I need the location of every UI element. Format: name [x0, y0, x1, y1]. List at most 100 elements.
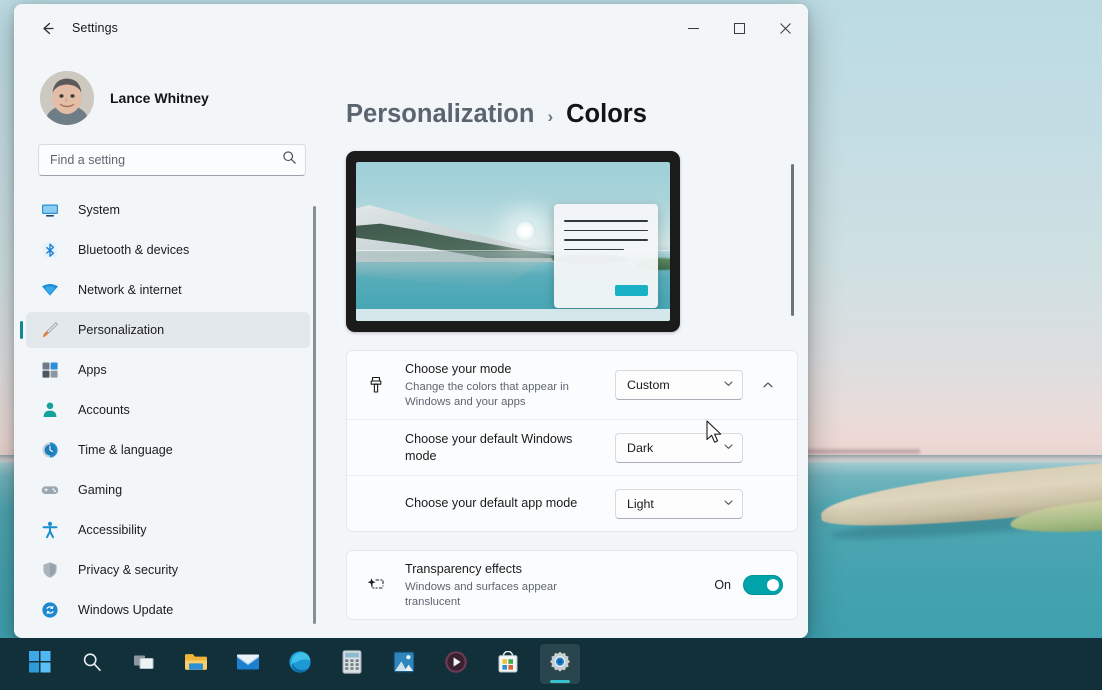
preview-app-window — [554, 204, 658, 308]
preview-reflection — [356, 251, 560, 289]
store-button[interactable] — [488, 644, 528, 684]
sidebar-item-accounts[interactable]: Accounts — [26, 392, 310, 428]
transparency-toggle-group: On — [714, 575, 783, 595]
settings-taskbar-button[interactable] — [540, 644, 580, 684]
back-arrow-icon[interactable] — [30, 13, 64, 43]
microsoft-store-bag-icon — [497, 650, 519, 678]
choose-mode-dropdown[interactable]: Custom — [615, 370, 743, 400]
sidebar-item-apps[interactable]: Apps — [26, 352, 310, 388]
windows-mode-text: Choose your default Windows mode — [405, 431, 615, 465]
calculator-icon — [342, 649, 362, 679]
app-mode-dropdown[interactable]: Light — [615, 488, 743, 519]
desktop-theme-preview — [346, 151, 680, 332]
window-body: Lance Whitney Find a setting System Blue… — [14, 52, 808, 638]
sparkle-dashed-square-icon — [363, 572, 389, 598]
mail-button[interactable] — [228, 644, 268, 684]
wifi-icon — [40, 280, 60, 300]
chevron-down-icon — [723, 376, 734, 394]
search-box[interactable] — [38, 144, 306, 176]
content-area: Personalization › Colors Choose your mod… — [328, 52, 808, 638]
search-icon — [81, 651, 103, 678]
content-scrollbar[interactable] — [788, 164, 798, 632]
transparency-toggle[interactable] — [743, 575, 783, 595]
photos-button[interactable] — [384, 644, 424, 684]
monitor-icon — [40, 200, 60, 220]
folder-icon — [184, 651, 208, 678]
mail-envelope-icon — [236, 652, 260, 677]
windows-mode-dropdown[interactable]: Dark — [615, 432, 743, 463]
minimize-icon[interactable] — [670, 4, 716, 52]
maximize-icon[interactable] — [716, 4, 762, 52]
app-mode-text: Choose your default app mode — [405, 495, 615, 512]
sidebar-item-gaming[interactable]: Gaming — [26, 472, 310, 508]
preview-sun — [514, 220, 536, 242]
transparency-toggle-label: On — [714, 578, 731, 592]
sidebar: Lance Whitney Find a setting System Blue… — [14, 52, 328, 638]
content-scrollbar-thumb[interactable] — [791, 164, 794, 316]
sidebar-item-accessibility[interactable]: Accessibility — [26, 512, 310, 548]
sidebar-item-system[interactable]: System — [26, 192, 310, 228]
photos-picture-icon — [393, 651, 415, 678]
gamepad-icon — [40, 480, 60, 500]
desktop: Settings Lance Whitney Find a setting Sy… — [0, 0, 1102, 690]
sidebar-item-label: Accessibility — [78, 523, 147, 537]
choose-mode-card: Choose your mode Change the colors that … — [346, 350, 798, 532]
start-button[interactable] — [20, 644, 60, 684]
sidebar-item-personalization[interactable]: Personalization — [20, 312, 310, 348]
page-title: Colors — [566, 100, 647, 128]
gear-icon — [548, 650, 572, 679]
choose-mode-title: Choose your mode — [405, 361, 512, 376]
edge-button[interactable] — [280, 644, 320, 684]
bluetooth-icon — [40, 240, 60, 260]
settings-panel: Choose your mode Change the colors that … — [332, 129, 802, 638]
chevron-down-icon — [723, 439, 734, 457]
sidebar-item-time-language[interactable]: Time & language — [26, 432, 310, 468]
wallpaper-far-shore — [800, 449, 920, 454]
file-explorer-button[interactable] — [176, 644, 216, 684]
apps-grid-icon — [40, 360, 60, 380]
choose-mode-subtitle-2: Windows and your apps — [405, 395, 526, 408]
breadcrumb-separator: › — [547, 107, 554, 126]
sidebar-item-network-internet[interactable]: Network & internet — [26, 272, 310, 308]
media-player-button[interactable] — [436, 644, 476, 684]
sidebar-item-windows-update[interactable]: Windows Update — [26, 592, 310, 628]
taskbar — [0, 638, 1102, 690]
choose-mode-dropdown-value: Custom — [627, 378, 670, 392]
choose-mode-expander[interactable] — [753, 370, 783, 400]
windows-mode-title-1: Choose your default Windows — [405, 431, 573, 446]
accessibility-icon — [40, 520, 60, 540]
close-icon[interactable] — [762, 4, 808, 52]
breadcrumb-parent[interactable]: Personalization — [346, 100, 534, 129]
avatar[interactable] — [40, 71, 94, 125]
sidebar-item-label: Time & language — [78, 443, 173, 457]
settings-window: Settings Lance Whitney Find a setting Sy… — [14, 4, 808, 638]
transparency-subtitle-1: Windows and surfaces appear — [405, 580, 557, 593]
preview-taskbar — [356, 309, 670, 321]
window-title: Settings — [72, 21, 118, 35]
window-controls — [670, 4, 808, 52]
sidebar-scrollbar[interactable] — [310, 206, 320, 628]
transparency-subtitle-2: translucent — [405, 595, 461, 608]
search-icon[interactable] — [282, 150, 297, 170]
paintbrush-icon — [40, 320, 60, 340]
task-view-button[interactable] — [124, 644, 164, 684]
sidebar-item-bluetooth-devices[interactable]: Bluetooth & devices — [26, 232, 310, 268]
search-input[interactable] — [50, 153, 282, 167]
search-container — [14, 134, 328, 176]
choose-mode-row: Choose your mode Change the colors that … — [347, 351, 797, 419]
transparency-title: Transparency effects — [405, 561, 522, 576]
search-taskbar-button[interactable] — [72, 644, 112, 684]
preview-accent-button — [615, 285, 648, 296]
transparency-card: Transparency effects Windows and surface… — [346, 550, 798, 620]
sidebar-item-privacy-security[interactable]: Privacy & security — [26, 552, 310, 588]
sidebar-scrollbar-thumb[interactable] — [313, 206, 316, 624]
breadcrumb: Personalization › Colors — [332, 52, 808, 129]
task-view-icon — [133, 651, 155, 678]
calculator-button[interactable] — [332, 644, 372, 684]
sidebar-item-label: Personalization — [78, 323, 165, 337]
account-header[interactable]: Lance Whitney — [14, 52, 328, 134]
sidebar-item-label: Accounts — [78, 403, 130, 417]
